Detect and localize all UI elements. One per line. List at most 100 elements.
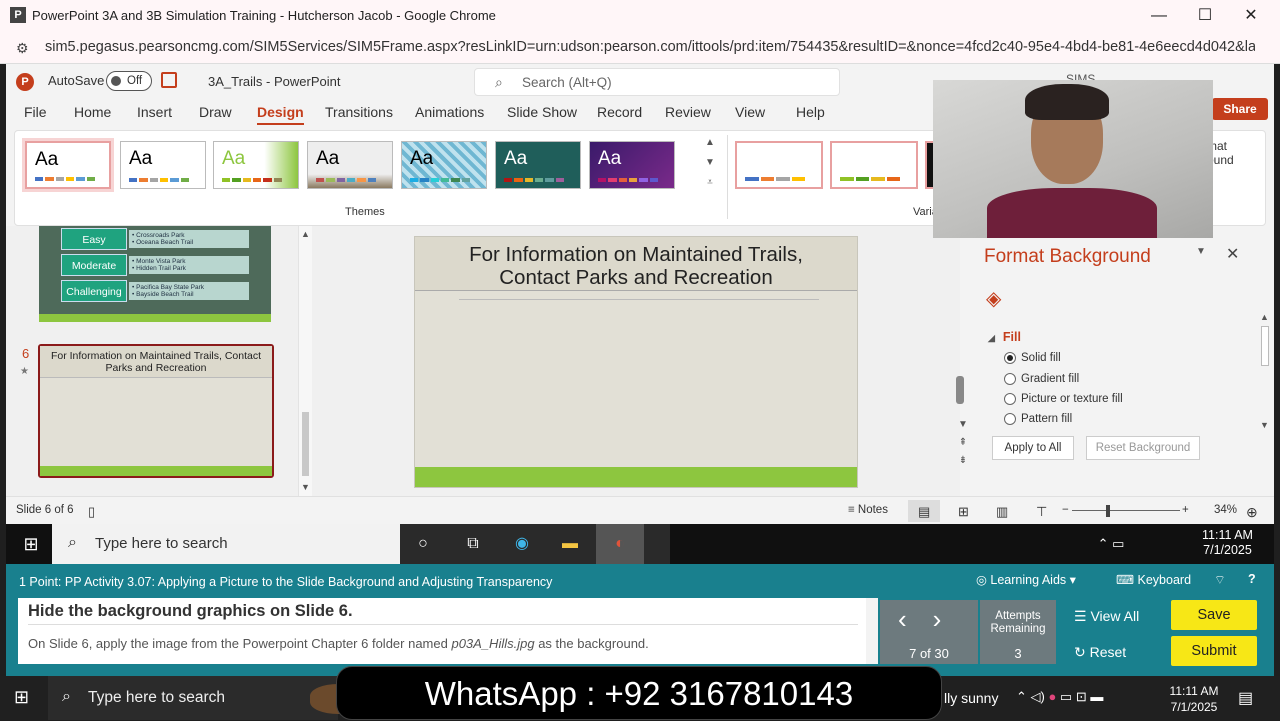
editor-scroll-thumb[interactable] — [956, 376, 964, 404]
save-button[interactable]: Save — [1171, 600, 1257, 630]
edge-icon[interactable]: ◉ — [505, 531, 539, 557]
help-button[interactable]: ? — [1248, 572, 1256, 586]
keyboard-button[interactable]: ⌨ Keyboard — [1116, 572, 1191, 587]
tab-design[interactable]: Design — [257, 104, 304, 125]
main-slide-title[interactable]: For Information on Maintained Trails, Con… — [415, 243, 857, 289]
task-nav-arrows[interactable]: ‹› — [898, 604, 967, 635]
next-task-icon[interactable]: › — [933, 604, 968, 634]
address-bar[interactable]: ⚙ sim5.pegasus.pearsoncmg.com/SIM5Servic… — [0, 32, 1280, 64]
task-view-icon[interactable]: ⧉ — [456, 531, 490, 557]
prev-task-icon[interactable]: ‹ — [898, 604, 933, 634]
main-slide[interactable]: For Information on Maintained Trails, Con… — [414, 236, 858, 488]
zoom-slider-thumb[interactable] — [1106, 505, 1110, 517]
tab-view[interactable]: View — [735, 104, 765, 120]
picture-fill-radio[interactable]: Picture or texture fill — [1004, 393, 1123, 405]
windows-start-icon[interactable]: ⊞ — [14, 531, 48, 557]
file-explorer-icon[interactable]: ▬ — [553, 531, 587, 557]
url-text[interactable]: sim5.pegasus.pearsoncmg.com/SIM5Services… — [45, 39, 1255, 55]
view-all-button[interactable]: ☰ View All — [1074, 608, 1139, 625]
pane-close-icon[interactable]: ✕ — [1226, 244, 1239, 264]
share-button[interactable]: Share — [1212, 98, 1268, 120]
minimize-button[interactable]: — — [1136, 4, 1182, 28]
outer-search-box[interactable]: ⌕ Type here to search — [48, 676, 380, 720]
maximize-button[interactable]: ☐ — [1182, 4, 1228, 28]
zoom-in-button[interactable]: + — [1182, 504, 1189, 516]
weather-text[interactable]: lly sunny — [944, 690, 998, 706]
accessibility-icon[interactable]: ▯ — [88, 504, 95, 520]
tab-animations[interactable]: Animations — [415, 104, 484, 120]
outer-start-icon[interactable]: ⊞ — [14, 687, 29, 708]
variant-color-bars — [840, 177, 900, 181]
slide-thumbnail-5[interactable]: Easy • Crossroads Park • Oceana Beach Tra… — [39, 226, 271, 322]
pane-options-icon[interactable]: ▼ — [1196, 246, 1206, 257]
slide5-row: Easy • Crossroads Park • Oceana Beach Tra… — [61, 228, 251, 250]
pane-scroll-down-icon[interactable]: ▼ — [1260, 420, 1269, 430]
tab-draw[interactable]: Draw — [199, 104, 232, 120]
autosave-toggle[interactable]: Off — [106, 71, 152, 91]
taskbar-search-box[interactable]: ⌕ Type here to search — [52, 524, 400, 564]
tab-slide-show[interactable]: Slide Show — [507, 104, 577, 120]
instruction-scrollbar[interactable] — [866, 598, 878, 664]
theme-integral[interactable]: Aa — [307, 141, 393, 189]
gradient-fill-radio[interactable]: Gradient fill — [1004, 373, 1079, 385]
variant-2[interactable] — [830, 141, 918, 189]
fill-bucket-icon[interactable]: ◈ — [986, 286, 1001, 311]
reset-background-button[interactable]: Reset Background — [1086, 436, 1200, 460]
save-icon[interactable] — [161, 72, 177, 88]
pane-scrollbar[interactable]: ▲ ▼ — [1258, 312, 1272, 432]
fill-section-header[interactable]: ◢ Fill — [988, 330, 1021, 344]
webcam-overlay — [933, 80, 1213, 238]
theme-facet[interactable]: Aa — [213, 141, 299, 189]
outer-tray-icons[interactable]: ⌃ ◁) ● ▭ ⊡ ▬ — [1016, 689, 1103, 705]
reset-button[interactable]: ↻ Reset — [1074, 644, 1126, 661]
tab-transitions[interactable]: Transitions — [325, 104, 393, 120]
close-button[interactable]: ✕ — [1228, 4, 1274, 28]
apply-to-all-button[interactable]: Apply to All — [992, 436, 1074, 460]
themes-scroll-down[interactable]: ▼ — [703, 157, 717, 173]
theme-office-2[interactable]: Aa — [120, 141, 206, 189]
theme-ion-pattern[interactable]: Aa — [401, 141, 487, 189]
theme-ion[interactable]: Aa — [495, 141, 581, 189]
tab-help[interactable]: Help — [796, 104, 825, 120]
zoom-slider-track[interactable] — [1072, 510, 1180, 511]
outer-clock[interactable]: 11:11 AM 7/1/2025 — [1164, 683, 1224, 715]
themes-more[interactable]: ⩡ — [703, 177, 717, 193]
inner-clock[interactable]: 11:11 AM 7/1/2025 — [1202, 528, 1253, 558]
submit-button[interactable]: Submit — [1171, 636, 1257, 666]
tab-record[interactable]: Record — [597, 104, 642, 120]
cortana-icon[interactable]: ○ — [406, 531, 440, 557]
reading-view-icon[interactable]: ▥ — [996, 504, 1008, 520]
slideshow-icon[interactable]: ⊤ — [1036, 504, 1047, 520]
pattern-fill-radio[interactable]: Pattern fill — [1004, 413, 1072, 425]
theme-office[interactable]: Aa — [25, 141, 111, 189]
tab-insert[interactable]: Insert — [137, 104, 172, 120]
learning-aids-button[interactable]: ◎ Learning Aids ▾ — [976, 572, 1076, 587]
scroll-up-icon[interactable]: ▲ — [301, 229, 310, 239]
site-info-icon[interactable]: ⚙ — [16, 40, 29, 57]
notes-button[interactable]: ≡ Notes — [848, 504, 888, 516]
pane-scroll-up-icon[interactable]: ▲ — [1260, 312, 1269, 322]
scroll-down-icon[interactable]: ▼ — [301, 482, 310, 492]
zoom-level[interactable]: 34% — [1214, 504, 1237, 516]
solid-fill-radio[interactable]: Solid fill — [1004, 352, 1061, 364]
variant-1[interactable] — [735, 141, 823, 189]
tab-file[interactable]: File — [24, 104, 47, 120]
pane-scroll-thumb[interactable] — [1261, 326, 1269, 366]
tray-icons[interactable]: ⌃ ▭ ◁) ▤ — [1094, 531, 1128, 577]
notification-icon[interactable]: ▤ — [1238, 688, 1253, 708]
slide-thumbnail-6[interactable]: For Information on Maintained Trails, Co… — [38, 344, 274, 478]
scroll-thumb[interactable] — [302, 412, 309, 476]
thumbnails-scrollbar[interactable]: ▲ ▼ — [298, 226, 312, 496]
themes-scroll-up[interactable]: ▲ — [703, 137, 717, 153]
slide-sorter-icon[interactable]: ⊞ — [958, 504, 969, 520]
title-underline — [459, 299, 819, 300]
search-box[interactable]: ⌕ Search (Alt+Q) — [474, 68, 840, 96]
theme-ion-boardroom[interactable]: Aa — [589, 141, 675, 189]
autosave-state: Off — [127, 75, 143, 87]
transition-star-icon: ★ — [20, 366, 29, 377]
fit-to-window-icon[interactable]: ⊕ — [1246, 504, 1258, 521]
tab-home[interactable]: Home — [74, 104, 111, 120]
tab-review[interactable]: Review — [665, 104, 711, 120]
zoom-out-button[interactable]: − — [1062, 504, 1069, 516]
task-counter: 7 of 30 — [909, 646, 949, 661]
